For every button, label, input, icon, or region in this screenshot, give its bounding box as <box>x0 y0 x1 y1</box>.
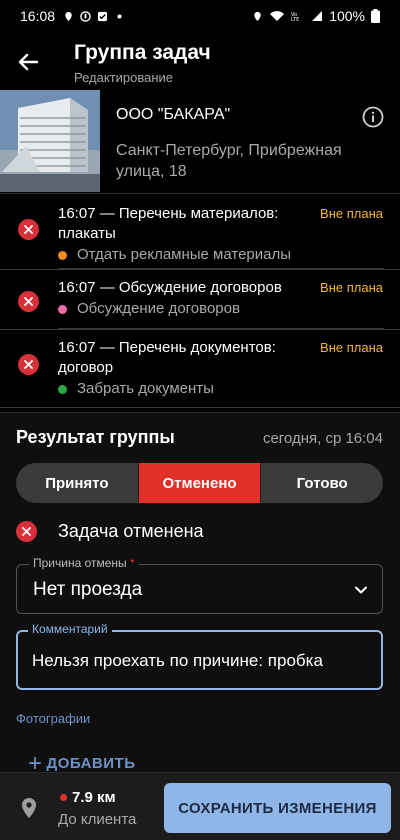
result-panel: Результат группы сегодня, ср 16:04 Приня… <box>0 412 400 777</box>
client-address: Санкт-Петербург, Прибрежная улица, 18 <box>116 142 342 180</box>
task-badge: Вне плана <box>320 280 383 295</box>
task-subtitle: Обсуждение договоров <box>77 300 240 317</box>
comment-label: Комментарий <box>28 622 112 636</box>
location-icon <box>65 11 72 21</box>
task-item[interactable]: 16:07 — Перечень материалов: плакаты Вне… <box>0 196 400 270</box>
dot-icon <box>117 13 122 19</box>
distance-indicator-dot <box>60 794 67 801</box>
cancel-status-icon <box>18 219 39 240</box>
task-badge: Вне плана <box>320 206 383 221</box>
battery-icon <box>371 9 380 23</box>
result-segmented-control: Принято Отменено Готово <box>16 463 383 503</box>
close-icon <box>22 527 31 536</box>
task-item[interactable]: 16:07 — Обсуждение договоров Вне плана О… <box>0 270 400 330</box>
bottom-bar: 7.9 км До клиента СОХРАНИТЬ ИЗМЕНЕНИЯ <box>0 772 400 840</box>
add-photo-label: ДОБАВИТЬ <box>46 755 136 772</box>
cancel-status-icon <box>16 521 37 542</box>
client-name: ООО "БАКАРА" <box>116 106 231 123</box>
task-subtitle: Забрать документы <box>77 380 214 397</box>
comment-value: Нельзя проехать по причине: пробка <box>32 651 323 670</box>
result-time: сегодня, ср 16:04 <box>262 430 383 447</box>
page-title: Группа задач <box>74 41 211 64</box>
status-time: 16:08 <box>20 8 56 24</box>
plus-icon: + <box>28 750 43 777</box>
task-badge: Вне плана <box>320 340 383 355</box>
distance-label: До клиента <box>58 811 137 828</box>
info-icon[interactable] <box>362 106 384 128</box>
shield-icon <box>80 10 91 22</box>
close-icon <box>24 360 33 369</box>
task-subtitle: Отдать рекламные материалы <box>77 246 292 263</box>
result-option-cancelled[interactable]: Отменено <box>138 463 262 503</box>
cancel-status-icon <box>18 354 39 375</box>
map-pin-icon <box>22 798 36 818</box>
location-icon <box>254 11 261 21</box>
close-icon <box>24 297 33 306</box>
building-image <box>0 90 100 192</box>
app-bar: Группа задач Редактирование <box>0 32 400 90</box>
signal-icon <box>312 11 323 21</box>
save-changes-button[interactable]: СОХРАНИТЬ ИЗМЕНЕНИЯ <box>164 783 391 833</box>
result-option-done[interactable]: Готово <box>261 463 383 503</box>
page-subtitle: Редактирование <box>74 70 174 85</box>
required-marker: * <box>130 556 135 570</box>
status-bar: 16:08 Vo LTE 100% <box>0 0 400 32</box>
distance-value: 7.9 км <box>72 789 116 806</box>
result-status-text: Задача отменена <box>58 521 204 541</box>
task-color-dot <box>58 304 67 314</box>
cancel-reason-value: Нет проезда <box>33 579 143 600</box>
task-list: 16:07 — Перечень материалов: плакаты Вне… <box>0 196 400 408</box>
client-photo <box>0 90 100 192</box>
checkbox-icon <box>97 11 108 21</box>
comment-field[interactable]: Комментарий Нельзя проехать по причине: … <box>16 622 383 690</box>
arrow-back-icon <box>18 53 38 71</box>
wifi-icon <box>270 11 285 21</box>
cancel-reason-select[interactable]: Причина отмены * Нет проезда <box>16 556 383 614</box>
result-option-accepted[interactable]: Принято <box>16 463 139 503</box>
svg-text:LTE: LTE <box>291 17 299 22</box>
cancel-status-icon <box>18 291 39 312</box>
back-button[interactable] <box>14 48 42 76</box>
close-icon <box>24 225 33 234</box>
cancel-reason-label: Причина отмены <box>33 556 127 570</box>
chevron-down-icon <box>355 586 367 594</box>
result-status: Задача отменена <box>16 521 204 542</box>
result-title: Результат группы <box>16 427 175 447</box>
photos-label: Фотографии <box>16 711 91 726</box>
task-color-dot <box>58 384 67 394</box>
battery-percent: 100% <box>329 8 365 24</box>
task-color-dot <box>58 250 67 260</box>
task-item[interactable]: 16:07 — Перечень документов: договор Вне… <box>0 330 400 408</box>
add-photo-button[interactable]: + ДОБАВИТЬ <box>28 750 136 777</box>
client-card[interactable]: ООО "БАКАРА" Санкт-Петербург, Прибрежная… <box>0 90 400 194</box>
volte-icon: VoLTE <box>291 12 299 22</box>
